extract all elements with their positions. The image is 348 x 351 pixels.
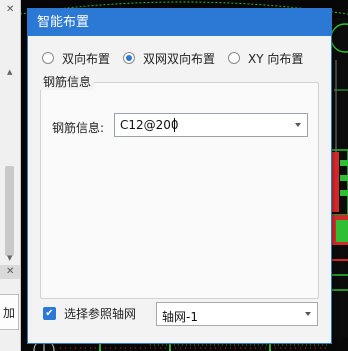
rebar-combobox[interactable]: C12@200 xyxy=(114,113,308,137)
checkbox-label: 选择参照轴网 xyxy=(64,307,137,321)
layout-radio-group: 双向布置 双网双向布置 XY 向布置 xyxy=(42,49,316,67)
panel-close-icon[interactable]: ✕ xyxy=(6,4,14,15)
scroll-up-icon[interactable]: ▲ xyxy=(7,68,12,76)
dialog-title[interactable]: 智能布置 xyxy=(28,9,331,36)
scroll-down-icon[interactable]: ▼ xyxy=(7,254,12,262)
radio-double-net[interactable]: 双网双向布置 xyxy=(123,50,215,67)
reference-axis-checkbox[interactable]: ✔ 选择参照轴网 xyxy=(43,305,136,322)
axis-combobox[interactable]: 轴网-1 xyxy=(156,302,318,326)
rebar-value[interactable]: C12@200 xyxy=(120,118,179,132)
panel-scrollbar[interactable] xyxy=(5,166,14,256)
text-cursor xyxy=(174,118,175,132)
group-title: 钢筋信息 xyxy=(40,73,95,90)
radio-selected-icon xyxy=(123,52,136,64)
checkmark-icon[interactable]: ✔ xyxy=(43,307,56,320)
axis-value: 轴网-1 xyxy=(162,310,198,324)
radio-bidirectional[interactable]: 双向布置 xyxy=(42,50,110,67)
smart-layout-dialog: 智能布置 双向布置 双网双向布置 XY 向布置 钢筋信息 钢筋信息: C12@2… xyxy=(27,8,332,344)
radio-label: 双向布置 xyxy=(62,51,111,66)
radio-circle-icon xyxy=(42,52,54,64)
radio-label: XY 向布置 xyxy=(248,51,304,66)
chevron-down-icon[interactable] xyxy=(305,312,311,316)
chevron-down-icon[interactable] xyxy=(295,123,301,127)
panel2-close-icon[interactable]: ✕ xyxy=(6,266,14,277)
radio-circle-icon xyxy=(228,52,241,64)
radio-xy[interactable]: XY 向布置 xyxy=(228,50,303,67)
rebar-label: 钢筋信息: xyxy=(52,121,105,135)
add-button[interactable]: 加 xyxy=(0,294,19,330)
radio-label: 双网双向布置 xyxy=(143,51,216,66)
side-panel: ✕ ▲ ▼ ✕ 加 xyxy=(0,0,21,351)
